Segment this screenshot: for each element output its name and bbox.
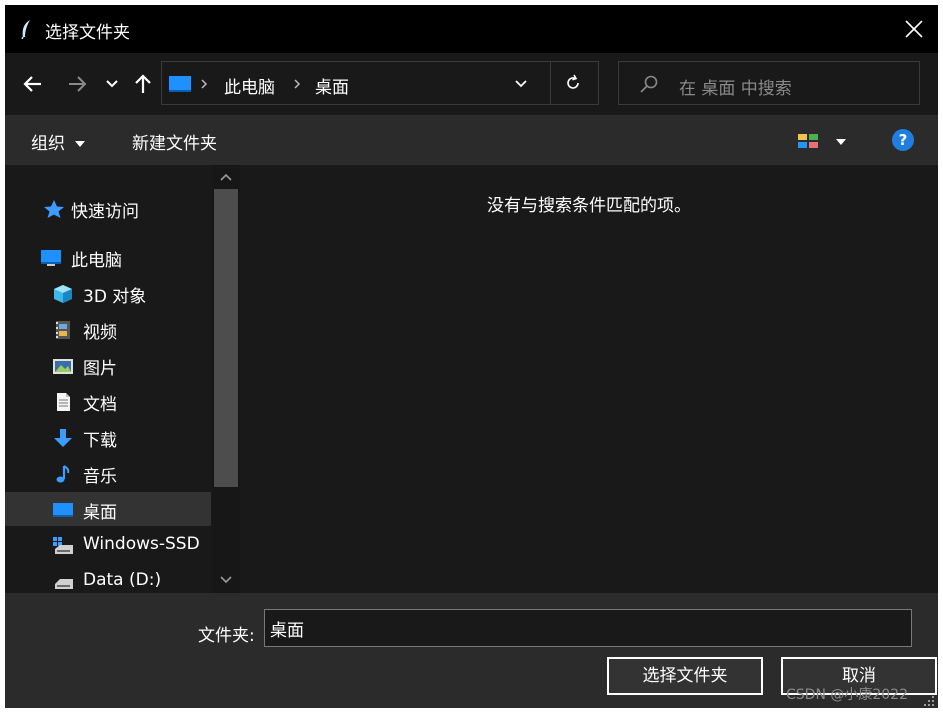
sidebar-item-quick-access[interactable]: 快速访问 — [5, 191, 211, 225]
address-bar[interactable]: 此电脑 桌面 — [161, 61, 599, 105]
sidebar-item-videos[interactable]: 视频 — [5, 312, 211, 346]
breadcrumb-desktop[interactable]: 桌面 — [315, 73, 349, 98]
scroll-thumb[interactable] — [214, 189, 238, 487]
close-icon — [905, 20, 923, 38]
arrow-left-icon — [23, 76, 41, 92]
desktop-icon — [169, 76, 191, 92]
navigation-bar: 此电脑 桌面 在 桌面 中搜索 — [5, 53, 938, 115]
sidebar-item-music[interactable]: 音乐 — [5, 456, 211, 490]
chevron-down-icon[interactable] — [514, 77, 528, 91]
sidebar-item-downloads[interactable]: 下载 — [5, 420, 211, 454]
sidebar-item-this-pc[interactable]: 此电脑 — [5, 240, 211, 274]
folder-picker-dialog: 选择文件夹 此电脑 桌面 在 桌面 中搜索 组织 新建文件夹 ? 快速访问 此电… — [5, 5, 938, 708]
feather-icon — [21, 20, 30, 39]
new-folder-button[interactable]: 新建文件夹 — [132, 129, 217, 154]
sidebar-item-desktop[interactable]: 桌面 — [5, 492, 211, 526]
sidebar-item-label: 下载 — [83, 431, 117, 451]
navigation-pane: 快速访问 此电脑 3D 对象 视频 图片 文档 下载 音乐 桌面 Windows… — [5, 165, 240, 593]
title-bar: 选择文件夹 — [5, 5, 938, 53]
file-list-area[interactable]: 没有与搜索条件匹配的项。 — [240, 165, 938, 593]
chevron-down-icon — [106, 80, 118, 88]
organize-button[interactable]: 组织 — [31, 129, 86, 154]
sidebar-item-label: 图片 — [83, 359, 117, 379]
computer-icon — [41, 250, 61, 266]
film-icon — [56, 321, 70, 339]
scroll-down-icon[interactable] — [219, 575, 233, 585]
chevron-right-icon — [294, 79, 301, 89]
search-placeholder: 在 桌面 中搜索 — [679, 79, 792, 99]
sidebar-item-label: 快速访问 — [71, 202, 139, 222]
music-icon — [56, 465, 70, 483]
picture-icon — [53, 359, 73, 374]
view-grid-icon — [798, 134, 818, 148]
dropdown-arrow-icon — [75, 141, 86, 147]
sidebar-item-label: 桌面 — [83, 503, 117, 523]
sidebar-item-3d-objects[interactable]: 3D 对象 — [5, 276, 211, 310]
scroll-up-icon[interactable] — [219, 172, 233, 182]
command-toolbar: 组织 新建文件夹 ? — [5, 115, 938, 165]
sidebar-item-pictures[interactable]: 图片 — [5, 348, 211, 382]
star-icon — [44, 200, 64, 218]
close-button[interactable] — [890, 5, 938, 53]
search-box[interactable]: 在 桌面 中搜索 — [618, 61, 920, 105]
folder-label: 文件夹: — [198, 626, 255, 646]
sidebar-item-label: 视频 — [83, 323, 117, 343]
back-button[interactable] — [21, 70, 45, 98]
sidebar-item-label: Data (D:) — [83, 570, 162, 590]
recent-locations-button[interactable] — [104, 70, 120, 98]
sidebar-item-label: 音乐 — [83, 467, 117, 487]
new-folder-label: 新建文件夹 — [132, 134, 217, 154]
sidebar-item-label: Windows-SSD — [83, 534, 200, 554]
chevron-down-icon — [836, 139, 846, 145]
sidebar-item-label: 文档 — [83, 395, 117, 415]
cube-icon — [54, 285, 72, 303]
sidebar-item-documents[interactable]: 文档 — [5, 384, 211, 418]
organize-label: 组织 — [31, 134, 65, 154]
folder-name-input[interactable] — [264, 609, 912, 647]
select-folder-button[interactable]: 选择文件夹 — [607, 657, 763, 695]
resize-grip-icon[interactable] — [923, 695, 935, 707]
arrow-up-icon — [135, 74, 151, 93]
breadcrumb-this-pc[interactable]: 此电脑 — [224, 73, 275, 98]
drive-icon — [53, 537, 73, 554]
arrow-right-icon — [69, 76, 87, 92]
help-label: ? — [898, 131, 908, 149]
chevron-right-icon — [201, 79, 208, 89]
up-button[interactable] — [131, 70, 155, 98]
drive-icon — [55, 579, 73, 589]
watermark: CSDN @小康2022 — [786, 687, 908, 703]
help-icon[interactable]: ? — [892, 129, 914, 151]
divider — [550, 62, 551, 104]
sidebar-item-windows-ssd[interactable]: Windows-SSD — [5, 528, 211, 562]
window-title: 选择文件夹 — [45, 23, 130, 43]
download-icon — [54, 429, 72, 447]
forward-button[interactable] — [65, 70, 89, 98]
desktop-icon — [53, 503, 73, 517]
document-icon — [57, 393, 70, 411]
empty-message: 没有与搜索条件匹配的项。 — [487, 196, 691, 216]
refresh-icon[interactable] — [564, 74, 582, 92]
sidebar-item-label: 此电脑 — [71, 251, 122, 271]
search-icon — [640, 75, 658, 93]
sidebar-item-label: 3D 对象 — [83, 287, 147, 307]
view-options-button[interactable] — [797, 133, 849, 151]
sidebar-scrollbar[interactable] — [212, 165, 240, 593]
